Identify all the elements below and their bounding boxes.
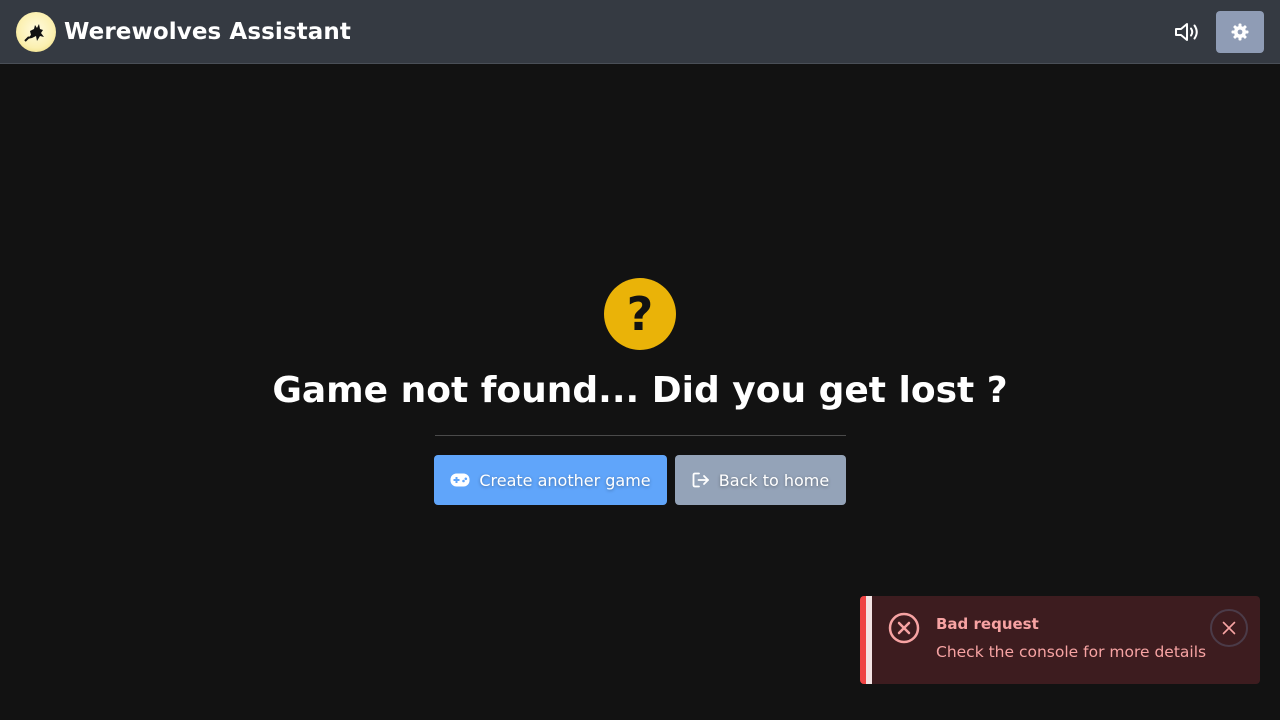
toast-accent-stripe (866, 596, 872, 684)
brand[interactable]: Werewolves Assistant (16, 11, 351, 52)
back-to-home-label: Back to home (718, 470, 830, 490)
settings-button[interactable] (1216, 10, 1264, 53)
toast-content: Bad request Check the console for more d… (936, 615, 1206, 661)
create-another-game-button[interactable]: Create another game (434, 455, 667, 505)
top-navbar: Werewolves Assistant (0, 0, 1280, 64)
create-another-game-label: Create another game (479, 470, 651, 490)
question-mark-symbol: ? (626, 287, 654, 341)
error-toast: Bad request Check the console for more d… (860, 596, 1260, 684)
game-not-found-panel: ? Game not found... Did you get lost ? C… (0, 278, 1280, 505)
gear-icon (1231, 23, 1249, 40)
toast-title: Bad request (936, 615, 1039, 633)
close-icon (1222, 621, 1236, 635)
page-title: Game not found... Did you get lost ? (272, 370, 1008, 411)
gamepad-icon (450, 473, 470, 487)
error-circle-icon (888, 612, 920, 644)
sign-out-icon (692, 472, 709, 488)
navbar-actions (1172, 10, 1264, 53)
back-to-home-button[interactable]: Back to home (675, 455, 846, 505)
app-title: Werewolves Assistant (64, 18, 351, 45)
toast-message: Check the console for more details (936, 643, 1207, 661)
action-buttons: Create another game Back to home (434, 455, 846, 505)
sound-toggle-button[interactable] (1172, 17, 1202, 47)
divider (434, 435, 846, 436)
werewolf-logo-icon (16, 11, 56, 52)
toast-close-button[interactable] (1210, 609, 1248, 647)
volume-icon (1175, 22, 1198, 41)
question-mark-icon: ? (604, 278, 676, 350)
